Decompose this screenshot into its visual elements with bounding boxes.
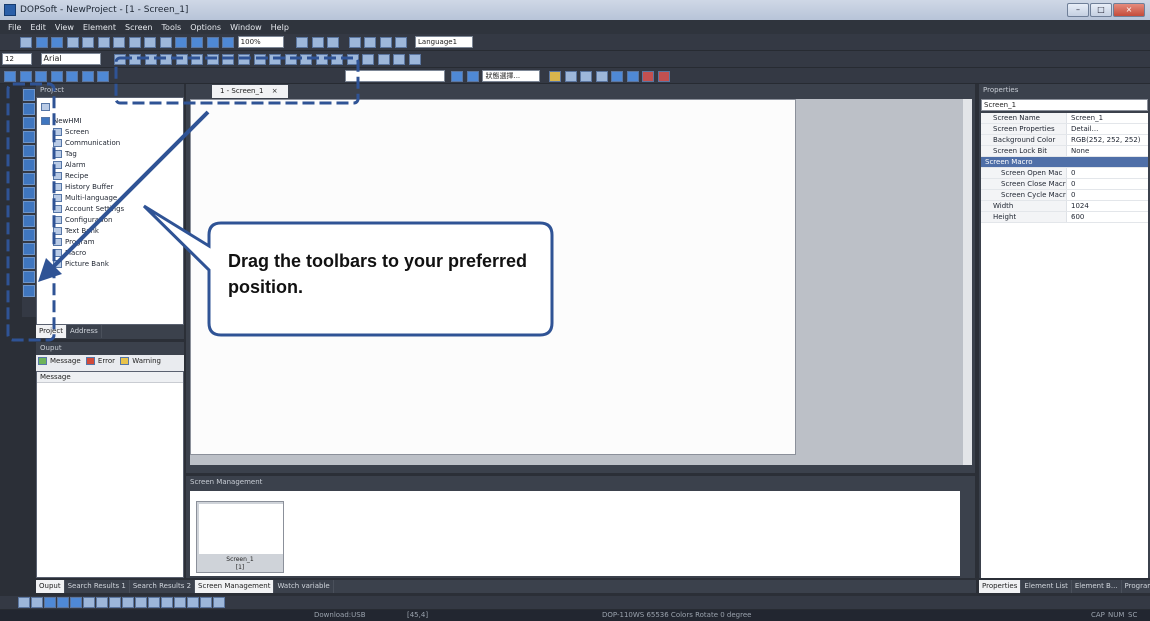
vertical-toolbar-highlight-frame [6,82,56,342]
annotation-overlay [6,56,554,342]
callout-text: Drag the toolbars to your preferred posi… [228,251,528,297]
toolbar-highlight-frame [114,56,360,105]
